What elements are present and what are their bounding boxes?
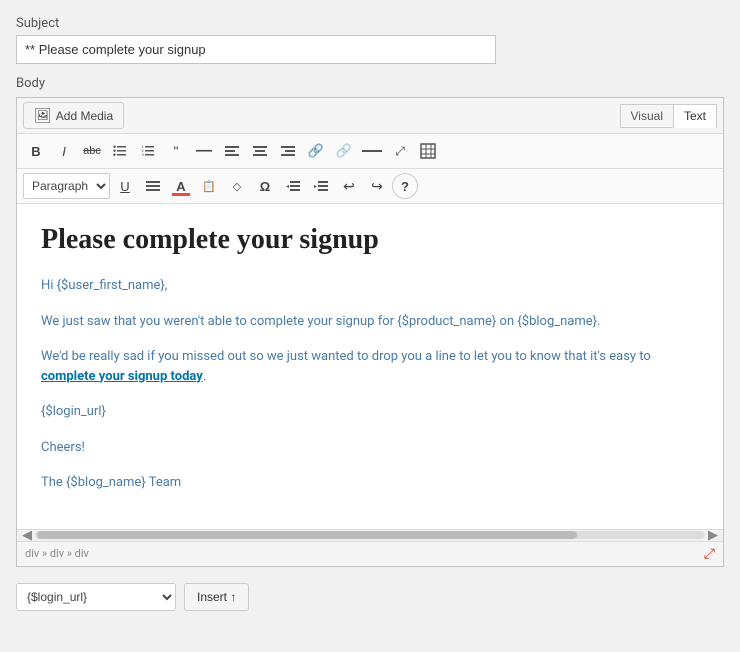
editor-body: Hi {$user_first_name}, We just saw that … bbox=[41, 276, 699, 493]
tab-visual[interactable]: Visual bbox=[620, 104, 673, 128]
editor-wrapper: 🖼 Add Media Visual Text B I abc 123 " — bbox=[16, 97, 724, 567]
scrollbar-thumb bbox=[37, 531, 577, 539]
toolbar-row-2: Paragraph Heading 1 Heading 2 Heading 3 … bbox=[17, 169, 723, 204]
hr-button[interactable]: — bbox=[191, 138, 217, 164]
more-tag-button[interactable] bbox=[359, 138, 385, 164]
table-button[interactable] bbox=[415, 138, 441, 164]
special-char-button[interactable]: Ω bbox=[252, 173, 278, 199]
signup-link[interactable]: complete your signup today bbox=[41, 369, 203, 384]
align-right-button[interactable] bbox=[275, 138, 301, 164]
help-button[interactable]: ? bbox=[392, 173, 418, 199]
strikethrough-button[interactable]: abc bbox=[79, 138, 105, 164]
editor-line-2: We just saw that you weren't able to com… bbox=[41, 312, 699, 332]
view-tabs: Visual Text bbox=[620, 104, 717, 128]
clear-format-button[interactable]: ◇ bbox=[224, 173, 250, 199]
editor-heading: Please complete your signup bbox=[41, 224, 699, 256]
body-label: Body bbox=[16, 76, 724, 91]
scrollbar[interactable]: ◀ ▶ bbox=[17, 529, 723, 541]
editor-top-bar: 🖼 Add Media Visual Text bbox=[17, 98, 723, 134]
fullscreen-button[interactable]: ⤢ bbox=[387, 138, 413, 164]
blockquote-button[interactable]: " bbox=[163, 138, 189, 164]
undo-button[interactable]: ↩ bbox=[336, 173, 362, 199]
scrollbar-track[interactable] bbox=[35, 531, 705, 539]
text-color-button[interactable]: A bbox=[168, 173, 194, 199]
justify-button[interactable] bbox=[140, 173, 166, 199]
insert-button[interactable]: Insert ↑ bbox=[184, 583, 249, 611]
editor-content[interactable]: Please complete your signup Hi {$user_fi… bbox=[17, 204, 723, 529]
indent-button[interactable] bbox=[308, 173, 334, 199]
align-left-button[interactable] bbox=[219, 138, 245, 164]
link-button[interactable]: 🔗 bbox=[303, 138, 329, 164]
editor-line-3: We'd be really sad if you missed out so … bbox=[41, 347, 699, 386]
subject-label: Subject bbox=[16, 16, 724, 31]
underline-button[interactable]: U bbox=[112, 173, 138, 199]
svg-text:3: 3 bbox=[142, 152, 145, 157]
editor-line-6: The {$blog_name} Team bbox=[41, 473, 699, 493]
redo-button[interactable]: ↪ bbox=[364, 173, 390, 199]
insert-variable-select[interactable]: {$login_url} {$user_first_name} {$produc… bbox=[16, 583, 176, 611]
resize-icon: ⤢ bbox=[704, 546, 715, 562]
ul-button[interactable] bbox=[107, 138, 133, 164]
add-media-label: Add Media bbox=[56, 109, 113, 123]
ol-button[interactable]: 123 bbox=[135, 138, 161, 164]
insert-bar: {$login_url} {$user_first_name} {$produc… bbox=[16, 575, 724, 615]
tab-text[interactable]: Text bbox=[673, 104, 717, 128]
italic-button[interactable]: I bbox=[51, 138, 77, 164]
editor-line-5: Cheers! bbox=[41, 438, 699, 458]
form-section: Subject Body 🖼 Add Media Visual Text B I… bbox=[16, 16, 724, 615]
breadcrumb: div » div » div bbox=[25, 547, 89, 560]
editor-line-1: Hi {$user_first_name}, bbox=[41, 276, 699, 296]
toolbar-row-1: B I abc 123 " — 🔗 🔗 bbox=[17, 134, 723, 169]
unlink-button[interactable]: 🔗 bbox=[331, 138, 357, 164]
add-media-button[interactable]: 🖼 Add Media bbox=[23, 102, 124, 129]
bold-button[interactable]: B bbox=[23, 138, 49, 164]
outdent-button[interactable] bbox=[280, 173, 306, 199]
subject-input[interactable] bbox=[16, 35, 496, 64]
add-media-icon: 🖼 bbox=[34, 107, 52, 124]
align-center-button[interactable] bbox=[247, 138, 273, 164]
paragraph-select[interactable]: Paragraph Heading 1 Heading 2 Heading 3 bbox=[23, 173, 110, 199]
editor-line-4: {$login_url} bbox=[41, 402, 699, 422]
paste-text-button[interactable]: 📋 bbox=[196, 173, 222, 199]
breadcrumb-bar: div » div » div ⤢ bbox=[17, 541, 723, 566]
